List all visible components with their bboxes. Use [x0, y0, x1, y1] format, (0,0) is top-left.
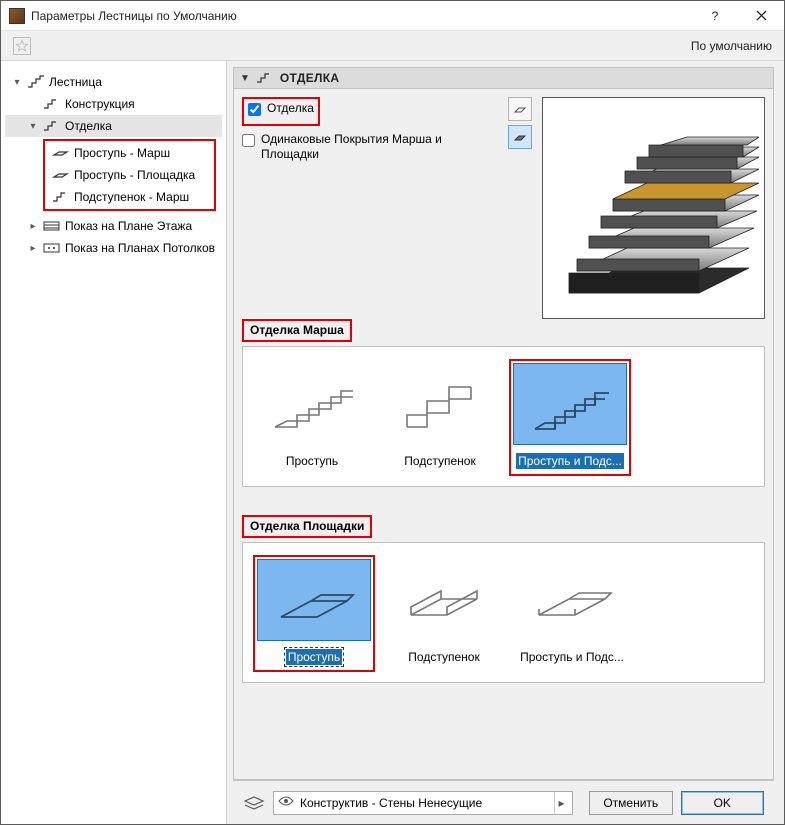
panel-body: Отделка Одинаковые Покрытия Марша и Площ…	[233, 89, 774, 780]
ok-label: OK	[714, 796, 731, 810]
tree-item-tread-flight[interactable]: Проступь - Марш	[46, 142, 213, 164]
tree-item-tread-landing[interactable]: Проступь - Площадка	[46, 164, 213, 186]
flight-option-riser[interactable]: Подступенок	[381, 359, 499, 476]
finish-checkbox-label: Отделка	[267, 101, 314, 115]
option-caption: Подступенок	[406, 649, 481, 665]
mode-shaded-button[interactable]	[508, 125, 532, 149]
highlight-flight-heading: Отделка Марша	[242, 319, 352, 342]
tree-label: Проступь - Марш	[72, 146, 170, 160]
eye-icon	[278, 795, 294, 810]
tree-label: Отделка	[63, 119, 112, 133]
zigzag-icon	[41, 120, 63, 132]
chevron-down-icon[interactable]: ▾	[11, 77, 23, 88]
option-caption: Проступь	[284, 453, 340, 469]
layer-combo[interactable]: Конструктив - Стены Ненесущие ▸	[273, 791, 573, 815]
cancel-label: Отменить	[603, 796, 658, 810]
preview-3d[interactable]	[542, 97, 765, 319]
top-row: По умолчанию	[1, 31, 784, 61]
navigation-tree: ▾ Лестница Конструкция ▾ Отделка	[1, 61, 227, 824]
layer-name: Конструктив - Стены Ненесущие	[300, 796, 548, 810]
option-caption: Проступь и Подс...	[516, 453, 624, 469]
mode-wireframe-button[interactable]	[508, 97, 532, 121]
same-cover-checkbox[interactable]	[242, 134, 255, 147]
landing-icon	[50, 170, 72, 180]
ok-button[interactable]: OK	[681, 791, 765, 815]
option-caption: Проступь	[286, 649, 342, 665]
tree-item-riser-flight[interactable]: Подступенок - Марш	[46, 186, 213, 208]
default-label: По умолчанию	[691, 39, 772, 53]
dropdown-arrow-icon: ▸	[554, 792, 568, 814]
cancel-button[interactable]: Отменить	[589, 791, 673, 815]
same-cover-label: Одинаковые Покрытия Марша и Площадки	[261, 132, 498, 162]
tree-label: Конструкция	[63, 97, 135, 111]
tree-item-finish[interactable]: ▾ Отделка	[5, 115, 222, 137]
flight-finish-options: Проступь Подступенок	[242, 346, 765, 487]
tree-label: Показ на Плане Этажа	[63, 219, 192, 233]
highlight-landing-heading: Отделка Площадки	[242, 515, 372, 538]
highlight-finish-checkbox: Отделка	[242, 97, 320, 126]
option-caption: Подступенок	[402, 453, 477, 469]
landing-option-tread[interactable]: Проступь	[253, 555, 375, 672]
dialog-window: Параметры Лестницы по Умолчанию ? По умо…	[0, 0, 785, 825]
option-caption: Проступь и Подс...	[518, 649, 626, 665]
tread-icon	[50, 148, 72, 158]
tree-item-construction[interactable]: Конструкция	[5, 93, 222, 115]
landing-option-tread-and-riser[interactable]: Проступь и Подс...	[513, 555, 631, 672]
layer-icon	[243, 793, 265, 813]
zigzag-icon	[41, 98, 63, 110]
tree-item-floor-plan[interactable]: ▸ Показ на Плане Этажа	[5, 215, 222, 237]
flight-option-tread-and-riser[interactable]: Проступь и Подс...	[509, 359, 631, 476]
help-button[interactable]: ?	[692, 1, 738, 31]
chevron-right-icon[interactable]: ▸	[27, 221, 39, 232]
panel-header[interactable]: ▼ ОТДЕЛКА	[233, 67, 774, 89]
floor-plan-icon	[41, 220, 63, 232]
landing-finish-heading: Отделка Площадки	[250, 519, 364, 533]
stair-icon	[25, 75, 47, 89]
tree-item-ceiling-plan[interactable]: ▸ Показ на Планах Потолков	[5, 237, 222, 259]
tree-label: Подступенок - Марш	[72, 190, 189, 204]
footer: Конструктив - Стены Ненесущие ▸ Отменить…	[233, 780, 774, 824]
landing-option-riser[interactable]: Подступенок	[385, 555, 503, 672]
highlighted-tree-group: Проступь - Марш Проступь - Площадка Подс…	[43, 139, 216, 211]
main-area: ▼ ОТДЕЛКА Отделка	[227, 61, 784, 824]
window-title: Параметры Лестницы по Умолчанию	[31, 9, 692, 23]
collapse-icon: ▼	[240, 73, 250, 84]
favorite-star-button[interactable]	[13, 37, 31, 55]
tree-label: Лестница	[47, 75, 102, 89]
flight-option-tread[interactable]: Проступь	[253, 359, 371, 476]
finish-checkbox[interactable]	[248, 103, 261, 116]
chevron-down-icon[interactable]: ▾	[27, 121, 39, 132]
zigzag-icon	[256, 72, 274, 84]
tree-label: Проступь - Площадка	[72, 168, 195, 182]
chevron-right-icon[interactable]: ▸	[27, 243, 39, 254]
close-button[interactable]	[738, 1, 784, 31]
titlebar: Параметры Лестницы по Умолчанию ?	[1, 1, 784, 31]
flight-finish-heading: Отделка Марша	[250, 323, 344, 337]
tree-label: Показ на Планах Потолков	[63, 241, 215, 255]
riser-icon	[50, 191, 72, 203]
ceiling-plan-icon	[41, 242, 63, 254]
app-icon	[9, 8, 25, 24]
tree-item-stair-root[interactable]: ▾ Лестница	[5, 71, 222, 93]
panel-title: ОТДЕЛКА	[280, 71, 339, 85]
landing-finish-options: Проступь Подступенок	[242, 542, 765, 683]
